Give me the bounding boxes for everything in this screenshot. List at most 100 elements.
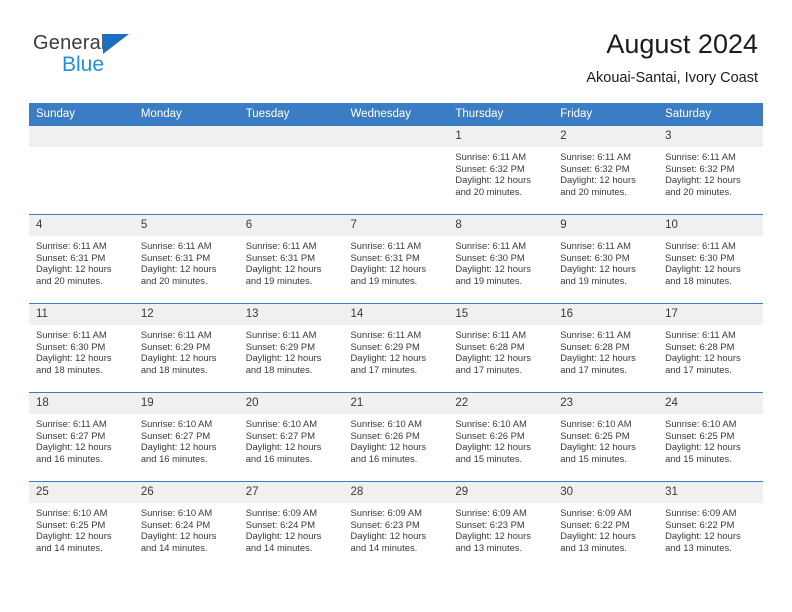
day-cell-inner: 2 Sunrise: 6:11 AM Sunset: 6:32 PM Daylight… [553, 126, 659, 214]
sunrise-text: Sunrise: 6:11 AM [665, 240, 736, 251]
daylight-text: Daylight: 12 hours and 14 minutes. [245, 530, 322, 553]
daylight-text: Daylight: 12 hours and 19 minutes. [245, 263, 322, 286]
calendar-week-row: 1 Sunrise: 6:11 AM Sunset: 6:32 PM Daylight… [29, 125, 763, 215]
general-blue-logo[interactable]: General Blue [33, 32, 153, 78]
calendar-day-cell[interactable]: 30 Sunrise: 6:09 AM Sunset: 6:22 PM Dayligh… [553, 481, 659, 571]
calendar-day-cell[interactable]: 31 Sunrise: 6:09 AM Sunset: 6:22 PM Dayligh… [658, 481, 763, 571]
page-subtitle: Akouai-Santai, Ivory Coast [586, 70, 758, 86]
sunset-text: Sunset: 6:30 PM [36, 340, 106, 352]
calendar-day-cell[interactable]: 14 Sunrise: 6:11 AM Sunset: 6:29 PM Dayligh… [343, 303, 449, 393]
day-details: Sunrise: 6:10 AM Sunset: 6:25 PM Daylight:… [29, 503, 134, 553]
day-details: Sunrise: 6:10 AM Sunset: 6:26 PM Daylight:… [344, 414, 449, 464]
day-details: Sunrise: 6:09 AM Sunset: 6:23 PM Daylight:… [448, 503, 553, 553]
calendar-day-cell[interactable]: 2 Sunrise: 6:11 AM Sunset: 6:32 PM Daylight… [553, 125, 659, 215]
calendar-week-row: 25 Sunrise: 6:10 AM Sunset: 6:25 PM Dayligh… [29, 481, 763, 571]
calendar-day-cell[interactable]: 4 Sunrise: 6:11 AM Sunset: 6:31 PM Daylight… [29, 214, 134, 304]
calendar-day-cell[interactable]: 16 Sunrise: 6:11 AM Sunset: 6:28 PM Dayligh… [553, 303, 659, 393]
day-cell-inner: 8 Sunrise: 6:11 AM Sunset: 6:30 PM Daylight… [448, 215, 554, 303]
day-number: 3 [658, 126, 763, 147]
day-cell-inner: 24 Sunrise: 6:10 AM Sunset: 6:25 PM Dayligh… [658, 393, 763, 481]
day-cell-inner: 17 Sunrise: 6:11 AM Sunset: 6:28 PM Dayligh… [658, 304, 763, 392]
calendar-day-cell[interactable]: 26 Sunrise: 6:10 AM Sunset: 6:24 PM Dayligh… [133, 481, 239, 571]
day-cell-inner: 4 Sunrise: 6:11 AM Sunset: 6:31 PM Daylight… [29, 215, 134, 303]
day-cell-inner [343, 126, 449, 214]
sunrise-text: Sunrise: 6:10 AM [140, 507, 213, 518]
sunrise-text: Sunrise: 6:09 AM [455, 507, 527, 518]
calendar-day-cell[interactable]: 13 Sunrise: 6:11 AM Sunset: 6:29 PM Dayligh… [238, 303, 344, 393]
calendar-day-cell[interactable]: 17 Sunrise: 6:11 AM Sunset: 6:28 PM Dayligh… [658, 303, 763, 393]
calendar-day-cell[interactable]: 21 Sunrise: 6:10 AM Sunset: 6:26 PM Dayligh… [343, 392, 449, 482]
day-cell-inner [238, 126, 344, 214]
sunset-text: Sunset: 6:27 PM [140, 429, 211, 441]
daylight-text: Daylight: 12 hours and 17 minutes. [350, 352, 427, 375]
sunset-text: Sunset: 6:32 PM [560, 162, 630, 174]
calendar-day-cell[interactable]: 10 Sunrise: 6:11 AM Sunset: 6:30 PM Dayligh… [658, 214, 763, 304]
sunrise-text: Sunrise: 6:11 AM [36, 329, 107, 340]
day-cell-inner: 9 Sunrise: 6:11 AM Sunset: 6:30 PM Daylight… [553, 215, 659, 303]
sunrise-text: Sunrise: 6:09 AM [560, 507, 632, 518]
day-number: 2 [553, 126, 659, 147]
calendar-day-cell[interactable]: 11 Sunrise: 6:11 AM Sunset: 6:30 PM Dayligh… [29, 303, 134, 393]
calendar-day-cell[interactable]: 15 Sunrise: 6:11 AM Sunset: 6:28 PM Dayligh… [448, 303, 554, 393]
calendar-day-cell[interactable]: 12 Sunrise: 6:11 AM Sunset: 6:29 PM Dayligh… [133, 303, 239, 393]
calendar-day-cell-empty [133, 125, 239, 215]
calendar-day-cell[interactable]: 23 Sunrise: 6:10 AM Sunset: 6:25 PM Dayligh… [553, 392, 659, 482]
calendar-day-cell[interactable]: 28 Sunrise: 6:09 AM Sunset: 6:23 PM Dayligh… [343, 481, 449, 571]
day-number [238, 126, 344, 147]
daylight-text: Daylight: 12 hours and 18 minutes. [140, 352, 217, 375]
daylight-text: Daylight: 12 hours and 17 minutes. [665, 352, 741, 375]
daylight-text: Daylight: 12 hours and 13 minutes. [665, 530, 741, 553]
daylight-text: Daylight: 12 hours and 16 minutes. [350, 441, 427, 464]
weekday-header-tuesday: Tuesday [238, 103, 344, 126]
sunset-text: Sunset: 6:22 PM [665, 518, 735, 530]
calendar-day-cell[interactable]: 9 Sunrise: 6:11 AM Sunset: 6:30 PM Daylight… [553, 214, 659, 304]
calendar-grid: Sunday Monday Tuesday Wednesday Thursday… [29, 103, 763, 571]
calendar-day-cell[interactable]: 3 Sunrise: 6:11 AM Sunset: 6:32 PM Daylight… [658, 125, 763, 215]
calendar-day-cell[interactable]: 8 Sunrise: 6:11 AM Sunset: 6:30 PM Daylight… [448, 214, 554, 304]
calendar-day-cell[interactable]: 24 Sunrise: 6:10 AM Sunset: 6:25 PM Dayligh… [658, 392, 763, 482]
sunset-text: Sunset: 6:23 PM [350, 518, 420, 530]
day-number: 26 [133, 482, 239, 503]
daylight-text: Daylight: 12 hours and 17 minutes. [560, 352, 636, 375]
sunset-text: Sunset: 6:29 PM [245, 340, 315, 352]
day-cell-inner: 29 Sunrise: 6:09 AM Sunset: 6:23 PM Dayligh… [448, 482, 554, 571]
calendar-day-cell[interactable]: 29 Sunrise: 6:09 AM Sunset: 6:23 PM Dayligh… [448, 481, 554, 571]
sunset-text: Sunset: 6:29 PM [140, 340, 211, 352]
calendar-day-cell[interactable]: 27 Sunrise: 6:09 AM Sunset: 6:24 PM Dayligh… [238, 481, 344, 571]
day-details: Sunrise: 6:10 AM Sunset: 6:24 PM Daylight:… [134, 503, 239, 553]
day-number: 15 [448, 304, 554, 325]
day-number: 7 [343, 215, 449, 236]
sunrise-text: Sunrise: 6:11 AM [560, 240, 631, 251]
daylight-text: Daylight: 12 hours and 16 minutes. [36, 441, 112, 464]
logo-triangle-icon [103, 34, 129, 54]
sunrise-text: Sunrise: 6:11 AM [665, 329, 736, 340]
calendar-day-cell[interactable]: 5 Sunrise: 6:11 AM Sunset: 6:31 PM Daylight… [133, 214, 239, 304]
sunrise-text: Sunrise: 6:11 AM [350, 329, 422, 340]
day-number: 8 [448, 215, 554, 236]
calendar-day-cell[interactable]: 19 Sunrise: 6:10 AM Sunset: 6:27 PM Dayligh… [133, 392, 239, 482]
weekday-header-sunday: Sunday [29, 103, 134, 126]
day-details: Sunrise: 6:11 AM Sunset: 6:29 PM Daylight:… [239, 325, 344, 375]
logo-text-general: General [33, 32, 106, 54]
calendar-day-cell[interactable]: 22 Sunrise: 6:10 AM Sunset: 6:26 PM Dayligh… [448, 392, 554, 482]
day-cell-inner: 15 Sunrise: 6:11 AM Sunset: 6:28 PM Dayligh… [448, 304, 554, 392]
calendar-day-cell[interactable]: 25 Sunrise: 6:10 AM Sunset: 6:25 PM Dayligh… [29, 481, 134, 571]
calendar-day-cell-empty [29, 125, 134, 215]
calendar-week-row: 18 Sunrise: 6:11 AM Sunset: 6:27 PM Dayligh… [29, 392, 763, 482]
day-cell-inner: 14 Sunrise: 6:11 AM Sunset: 6:29 PM Dayligh… [343, 304, 449, 392]
calendar-day-cell[interactable]: 18 Sunrise: 6:11 AM Sunset: 6:27 PM Dayligh… [29, 392, 134, 482]
day-number: 16 [553, 304, 659, 325]
logo-text-blue: Blue [62, 53, 105, 76]
sunrise-text: Sunrise: 6:11 AM [455, 240, 527, 251]
daylight-text: Daylight: 12 hours and 15 minutes. [665, 441, 741, 464]
sunrise-text: Sunrise: 6:10 AM [665, 418, 737, 429]
calendar-day-cell[interactable]: 20 Sunrise: 6:10 AM Sunset: 6:27 PM Dayligh… [238, 392, 344, 482]
sunset-text: Sunset: 6:23 PM [455, 518, 525, 530]
calendar-day-cell[interactable]: 6 Sunrise: 6:11 AM Sunset: 6:31 PM Daylight… [238, 214, 344, 304]
calendar-day-cell[interactable]: 7 Sunrise: 6:11 AM Sunset: 6:31 PM Daylight… [343, 214, 449, 304]
day-cell-inner: 25 Sunrise: 6:10 AM Sunset: 6:25 PM Dayligh… [29, 482, 134, 571]
weekday-header-thursday: Thursday [448, 103, 554, 126]
sunrise-text: Sunrise: 6:11 AM [455, 329, 527, 340]
calendar-day-cell[interactable]: 1 Sunrise: 6:11 AM Sunset: 6:32 PM Daylight… [448, 125, 554, 215]
daylight-text: Daylight: 12 hours and 14 minutes. [36, 530, 112, 553]
